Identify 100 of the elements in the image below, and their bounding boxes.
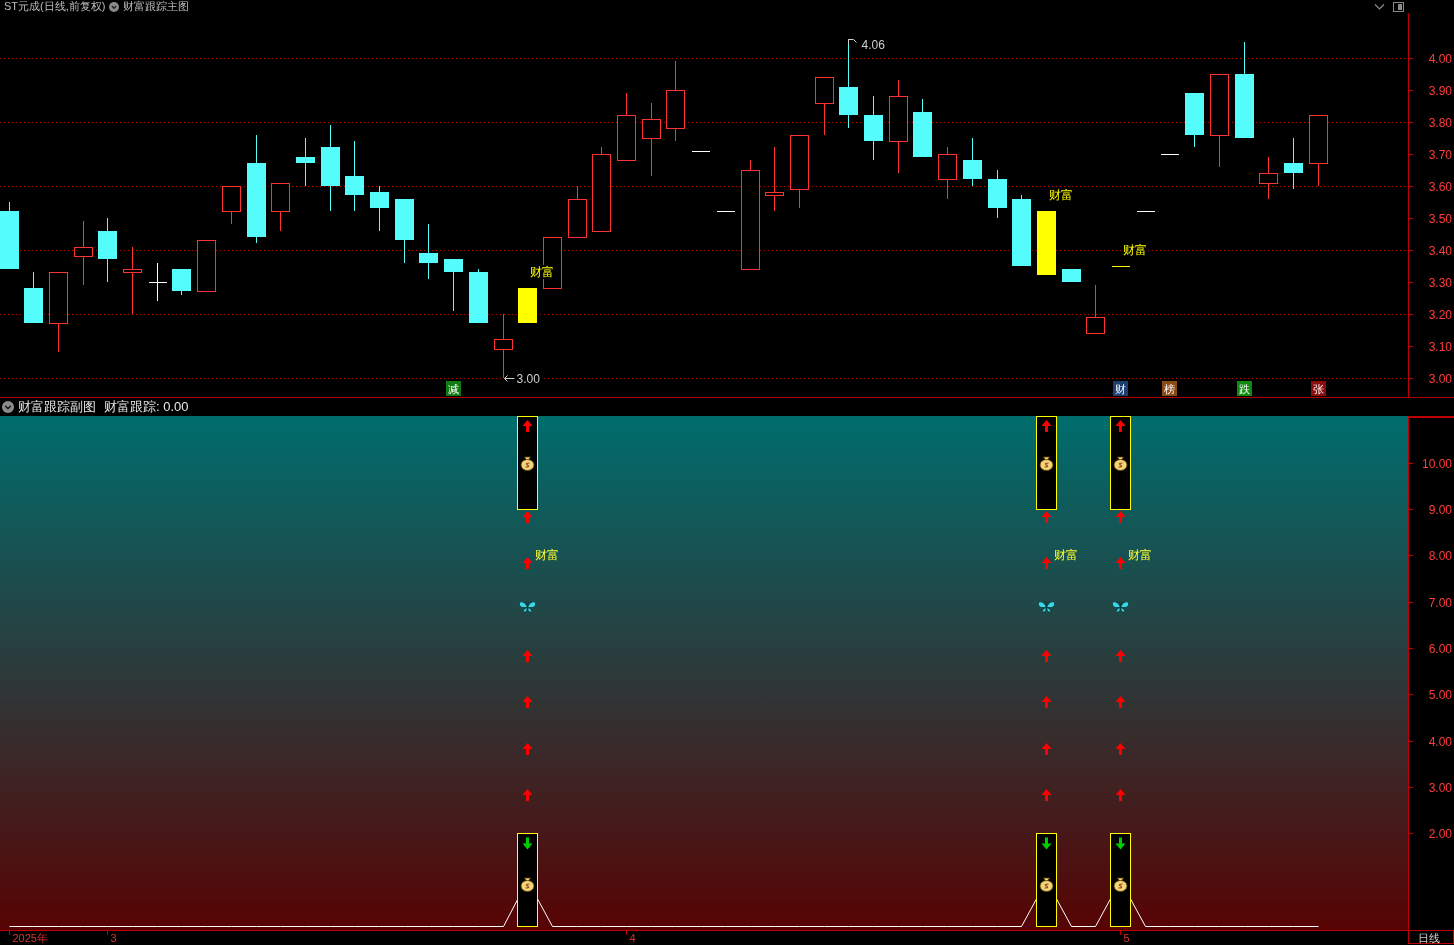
money-bag-icon: [520, 877, 535, 892]
arrow-up-icon: [1041, 696, 1052, 708]
candlestick: [271, 183, 290, 232]
arrow-up-icon: [1041, 743, 1052, 755]
arrow-down-icon: [1041, 837, 1052, 850]
candlestick: [197, 240, 216, 292]
arrow-up-icon: [1041, 511, 1052, 523]
candlestick: [74, 220, 93, 286]
arrow-up-icon: [1041, 557, 1052, 569]
signal-label: 财富: [534, 548, 559, 562]
value-axis-label: 5.00: [1428, 688, 1452, 702]
arrow-up-icon: [1115, 511, 1126, 523]
candlestick: [1062, 268, 1081, 283]
candlestick: [370, 185, 389, 232]
arrow-up-icon: [1041, 650, 1052, 662]
arrow-up-icon: [1115, 557, 1126, 569]
signal-label: 财富: [1053, 548, 1078, 562]
candlestick: [716, 211, 735, 212]
arrow-up-icon: [1115, 789, 1126, 801]
signal-label: 财富: [1122, 243, 1147, 257]
candlestick: [1037, 210, 1056, 276]
arrow-down-icon: [522, 837, 533, 850]
arrow-up-icon: [522, 650, 533, 662]
arrow-up-icon: [522, 420, 533, 432]
date-axis-label: 3: [110, 932, 117, 944]
value-axis-label: 9.00: [1428, 503, 1452, 517]
price-axis-label: 3.70: [1428, 148, 1452, 162]
period-label: 日线: [1418, 932, 1440, 944]
high-price-label: 4.06: [861, 37, 885, 52]
candlestick: [148, 262, 167, 302]
candlestick: [913, 98, 932, 158]
signal-label: 财富: [529, 265, 554, 279]
date-axis-label: 4: [629, 932, 636, 944]
candlestick: [1160, 154, 1179, 155]
candlestick: [765, 146, 784, 212]
arrow-up-icon: [522, 743, 533, 755]
signal-tile: 跌: [1237, 381, 1252, 396]
butterfly-icon: [1038, 600, 1055, 613]
candlestick: [395, 198, 414, 264]
value-axis-label: 3.00: [1428, 781, 1452, 795]
candlestick: [691, 151, 710, 152]
arrow-up-icon: [522, 557, 533, 569]
price-axis-label: 3.30: [1428, 276, 1452, 290]
value-axis-label: 7.00: [1428, 596, 1452, 610]
candlestick: [345, 140, 364, 212]
value-axis-label: 2.00: [1428, 827, 1452, 841]
price-axis-label: 3.80: [1428, 116, 1452, 130]
indicator-title: 财富跟踪副图: [18, 398, 96, 416]
date-axis-label: 5: [1123, 932, 1130, 944]
value-axis-label: 10.00: [1421, 457, 1452, 471]
candlestick: [1185, 92, 1204, 148]
money-bag-icon: [1039, 456, 1054, 471]
arrow-up-icon: [522, 696, 533, 708]
signal-tile: 财: [1113, 381, 1128, 396]
candlestick: [864, 95, 883, 161]
price-axis-label: 3.50: [1428, 212, 1452, 226]
candlestick: [1111, 266, 1130, 267]
signal-tile: 张: [1311, 381, 1326, 396]
low-price-label: 3.00: [516, 372, 540, 386]
price-axis-label: 3.90: [1428, 84, 1452, 98]
window-icon[interactable]: [1393, 1, 1404, 12]
money-bag-icon: [1113, 456, 1128, 471]
candlestick: [963, 137, 982, 187]
candlestick: [518, 287, 537, 324]
arrow-up-icon: [1115, 696, 1126, 708]
arrow-up-icon: [1115, 650, 1126, 662]
candlestick: [938, 146, 957, 200]
candlestick: [419, 223, 438, 280]
candlestick: [24, 271, 43, 324]
candlestick: [1309, 115, 1328, 187]
candlestick: [815, 77, 834, 136]
candlestick: [494, 313, 513, 379]
price-axis-label: 3.20: [1428, 308, 1452, 322]
price-axis-label: 3.10: [1428, 340, 1452, 354]
candlestick: [98, 217, 117, 283]
candlestick: [1136, 211, 1155, 212]
price-axis-label: 3.40: [1428, 244, 1452, 258]
signal-tile: 减: [446, 381, 461, 396]
arrow-up-icon: [1115, 420, 1126, 432]
candlestick: [172, 268, 191, 296]
arrow-left-icon: [504, 375, 515, 382]
collapse-icon[interactable]: [2, 401, 14, 413]
indicator-title: 财富跟踪主图: [123, 0, 190, 13]
value-axis-label: 8.00: [1428, 549, 1452, 563]
arrow-up-icon: [522, 789, 533, 801]
arrow-down-icon: [1115, 837, 1126, 850]
candlestick: [1259, 156, 1278, 200]
arrow-up-icon: [1041, 420, 1052, 432]
price-axis-label: 3.60: [1428, 180, 1452, 194]
value-axis-label: 4.00: [1428, 735, 1452, 749]
chevron-down-icon[interactable]: [1374, 2, 1385, 11]
candlestick: [222, 186, 241, 225]
candlestick: [988, 169, 1007, 219]
signal-tile: 榜: [1162, 381, 1177, 396]
price-axis-label: 3.00: [1428, 372, 1452, 386]
money-bag-icon: [1113, 877, 1128, 892]
price-axis-label: 4.00: [1428, 52, 1452, 66]
dropdown-icon[interactable]: [109, 1, 120, 12]
butterfly-icon: [519, 600, 536, 613]
candlestick: [469, 268, 488, 324]
